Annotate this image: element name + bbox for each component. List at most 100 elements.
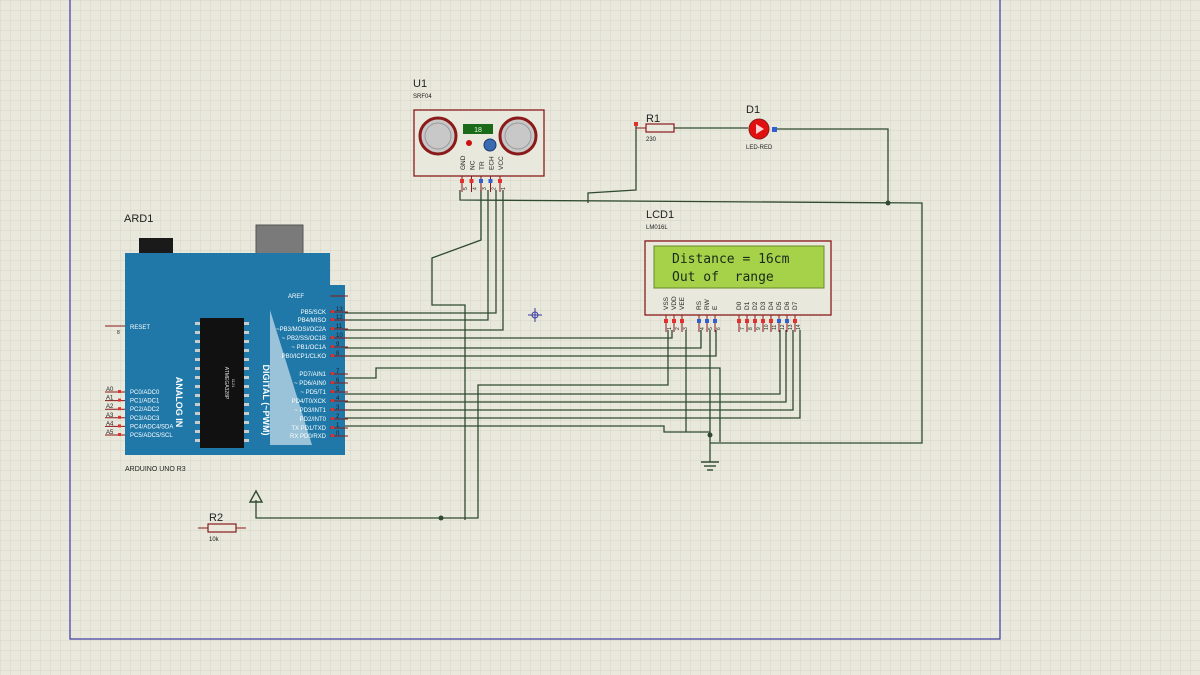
arduino-pin-name: PD7/AIN1 xyxy=(299,372,326,378)
arduino-pin-name: PC5/ADC5/SCL xyxy=(130,433,173,439)
pin-marker xyxy=(118,424,121,428)
chip-pin xyxy=(244,367,249,370)
arduino-pin-name: RX PD0/RXD xyxy=(290,434,327,440)
chip-pin xyxy=(244,340,249,343)
d1-part-label: LED-RED xyxy=(746,145,773,151)
pin-marker xyxy=(705,319,709,323)
r2-value-label: 10k xyxy=(209,537,220,543)
arduino-pin-name: PC1/ADC1 xyxy=(130,399,160,405)
r1-value-label: 230 xyxy=(646,137,657,143)
chip-label: ATMEGA328P xyxy=(223,367,229,400)
pin-marker xyxy=(331,354,334,357)
arduino-pin-name: PD4/T0/XCK xyxy=(292,399,326,405)
sensor-pin-number: 5 xyxy=(463,187,469,190)
pin-marker xyxy=(331,381,334,384)
lcd-pin-label: D7 xyxy=(792,301,799,310)
arduino-pin-name: ~ PD3/INT1 xyxy=(294,408,326,414)
arduino-pin-name: PC2/ADC2 xyxy=(130,407,160,413)
arduino-pin-number: A4 xyxy=(106,421,114,427)
pin-marker xyxy=(498,179,502,183)
pin-marker xyxy=(761,319,765,323)
pin-marker xyxy=(753,319,757,323)
lcd-pin-label: VDD xyxy=(671,296,678,310)
r2-ref-label: R2 xyxy=(209,512,223,524)
chip-pin xyxy=(244,385,249,388)
chip-pin xyxy=(195,340,200,343)
pin-marker xyxy=(118,390,121,393)
lcd-pin-label: RS xyxy=(696,300,703,310)
sensor-led-icon xyxy=(466,140,472,146)
arduino-pin-name: ~ PB2/SS/OC1B xyxy=(282,336,326,342)
sensor-pin-label: TR xyxy=(479,161,486,170)
mcu-chip xyxy=(200,318,244,448)
pin-marker xyxy=(680,319,684,323)
pin-marker xyxy=(460,179,464,183)
chip-pin xyxy=(195,349,200,352)
chip-pin xyxy=(195,367,200,370)
lcd-line-1: Distance = 16cm xyxy=(672,252,790,267)
arduino-pin-name: PC0/ADC0 xyxy=(130,390,160,396)
pin-marker xyxy=(331,345,334,348)
lcd-pin-label: D2 xyxy=(752,301,759,310)
sensor-part-label: SRF04 xyxy=(413,94,432,100)
pin-marker xyxy=(331,318,334,321)
schematic-canvas[interactable]: ATMEGA328P 1121 ANALOG IN DIGITAL (~PWM)… xyxy=(0,0,1200,675)
r1-ref-label: R1 xyxy=(646,113,660,125)
lcd-pin-number: 9 xyxy=(756,327,762,330)
pin-marker xyxy=(713,319,717,323)
chip-pin xyxy=(195,412,200,415)
chip-sublabel: 1121 xyxy=(231,379,236,388)
lcd-pin-label: D0 xyxy=(736,301,743,310)
sensor-pin-number: 1 xyxy=(501,187,507,190)
sensor-display-value: 18 xyxy=(474,127,482,134)
lcd-pin-label: D3 xyxy=(760,301,767,310)
lcd-pin-number: 5 xyxy=(708,327,714,330)
chip-pin xyxy=(244,322,249,325)
sensor-pin-number: 2 xyxy=(492,187,498,190)
chip-pin xyxy=(244,358,249,361)
d1-pin-marker[interactable] xyxy=(772,127,777,132)
lcd-pin-number: 10 xyxy=(764,324,770,330)
pin-marker xyxy=(745,319,749,323)
sensor-pin-label: NC xyxy=(470,160,477,170)
lcd-pin-label: E xyxy=(712,305,719,310)
r2-body xyxy=(207,523,237,533)
pin-marker xyxy=(331,336,334,339)
reset-pin-number: 8 xyxy=(117,330,120,336)
arduino-pin-name: TX PD1/TXD xyxy=(291,426,326,432)
pin-marker xyxy=(118,415,121,419)
arduino-pin-number: 13 xyxy=(336,307,343,313)
chip-pin xyxy=(195,430,200,433)
pin-marker xyxy=(331,399,334,402)
chip-pin xyxy=(244,439,249,442)
lcd-pin-number: 3 xyxy=(683,327,689,330)
junction-dot xyxy=(438,515,444,521)
pin-marker xyxy=(469,179,474,183)
lcd-pin-label: D6 xyxy=(784,301,791,310)
chip-pin xyxy=(195,331,200,334)
arduino-pin-number: A0 xyxy=(106,387,114,393)
arduino-pin-number: A3 xyxy=(106,413,114,419)
pin-marker xyxy=(331,327,334,330)
junction-dot xyxy=(707,432,713,438)
lcd-pin-number: 12 xyxy=(780,324,786,330)
lcd-pin-label: D1 xyxy=(744,301,751,310)
arduino-pin-name: ~ PD5/T1 xyxy=(300,390,326,396)
arduino-pin-name: ~PB3/MOSI/OC2A xyxy=(276,327,326,333)
arduino-pin-name: PB4/MISO xyxy=(298,318,327,324)
pin-marker xyxy=(331,417,334,420)
sensor-pin-label: GND xyxy=(460,155,467,170)
arduino-pin-name: PD2/INT0 xyxy=(300,417,327,423)
lcd-line-2: Out of range xyxy=(672,270,774,285)
r1-pin-marker[interactable] xyxy=(634,122,638,126)
lcd-pin-number: 6 xyxy=(716,327,722,330)
sensor-knob-icon[interactable] xyxy=(483,138,497,152)
analog-in-label: ANALOG IN xyxy=(174,377,184,428)
pin-marker xyxy=(697,319,701,323)
pin-marker xyxy=(331,408,334,411)
pin-marker xyxy=(331,426,334,429)
chip-pin xyxy=(195,385,200,388)
pin-marker xyxy=(331,372,334,375)
lcd-pin-number: 1 xyxy=(667,327,673,330)
chip-pin xyxy=(195,358,200,361)
